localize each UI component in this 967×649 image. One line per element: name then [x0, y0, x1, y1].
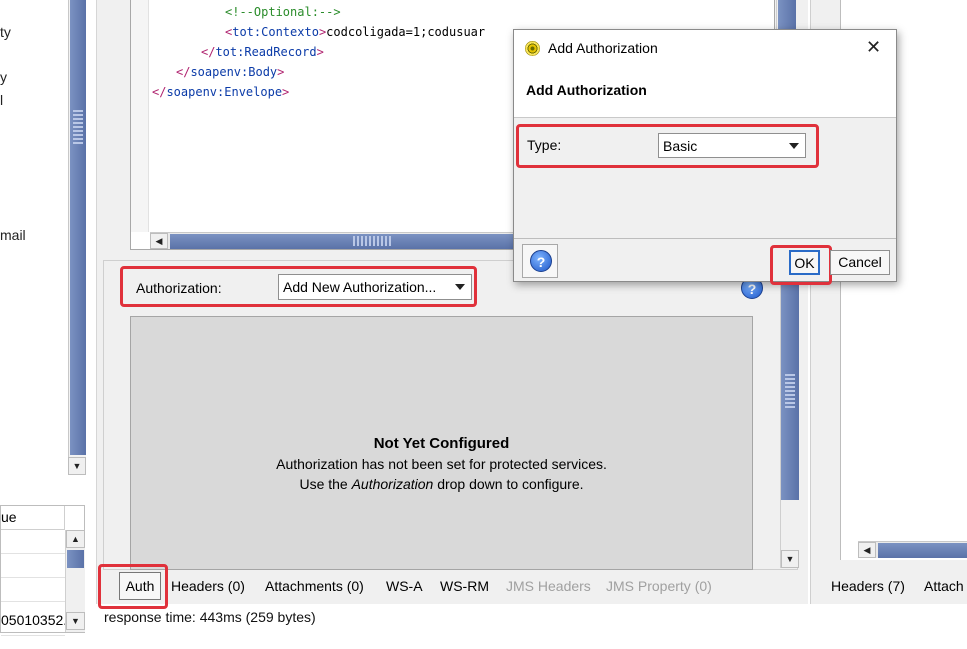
not-configured-title: Not Yet Configured: [373, 435, 510, 452]
dialog-title: Add Authorization: [548, 40, 658, 56]
hint-text: drop down to configure.: [433, 476, 584, 492]
left-fragment-4: mail: [0, 227, 26, 243]
grip-icon: [353, 236, 391, 246]
table-row[interactable]: [1, 578, 65, 602]
code-token: >: [282, 85, 290, 99]
left-fragment-2: y: [0, 69, 7, 85]
editor-gutter: [131, 0, 149, 232]
not-configured-message: Authorization has not been set for prote…: [276, 456, 607, 472]
tab-response-headers[interactable]: Headers (7): [831, 578, 905, 594]
scroll-down-arrow-icon[interactable]: ▼: [68, 457, 86, 475]
auth-vertical-scrollbar[interactable]: ▼: [780, 260, 799, 568]
hint-emphasis: Authorization: [351, 476, 434, 492]
highlight-type: [516, 124, 819, 168]
code-line: </tot:ReadRecord>: [201, 45, 324, 59]
tab-ws-a[interactable]: WS-A: [386, 578, 423, 594]
code-token: >: [316, 45, 324, 59]
grip-icon: [785, 372, 795, 408]
code-token: <!--Optional:-->: [225, 5, 341, 19]
scrollbar-thumb[interactable]: [878, 543, 967, 558]
left-vertical-scrollbar[interactable]: [68, 0, 86, 474]
scroll-left-arrow-icon[interactable]: ◀: [858, 542, 876, 558]
auth-app-icon: [525, 41, 540, 56]
code-line: </soapenv:Envelope>: [152, 85, 289, 99]
scroll-down-arrow-icon[interactable]: ▼: [781, 550, 799, 568]
not-configured-hint: Use the Authorization drop down to confi…: [130, 476, 753, 492]
grip-icon: [73, 108, 83, 144]
highlight-ok: [770, 245, 832, 285]
help-icon: ?: [530, 250, 552, 272]
tab-response-attachments[interactable]: Attach: [924, 578, 964, 594]
close-icon[interactable]: ✕: [866, 38, 881, 56]
tab-attachments[interactable]: Attachments (0): [265, 578, 364, 594]
tab-jms-headers[interactable]: JMS Headers: [506, 578, 591, 594]
code-token: codcoligada=1;codusuar: [326, 25, 486, 39]
scroll-left-arrow-icon[interactable]: ◀: [150, 233, 168, 249]
table-vertical-scrollbar[interactable]: ▲ ▼: [65, 530, 85, 632]
scrollbar-thumb[interactable]: [67, 550, 84, 568]
code-token: soapenv:Envelope: [166, 85, 283, 99]
dialog-heading: Add Authorization: [526, 82, 647, 98]
code-token: >: [277, 65, 285, 79]
table-row[interactable]: [1, 530, 65, 554]
left-fragment-1: ty: [0, 24, 11, 40]
left-fragment-3: l: [0, 92, 4, 108]
scroll-up-arrow-icon[interactable]: ▲: [66, 530, 85, 548]
tab-headers[interactable]: Headers (0): [171, 578, 245, 594]
table-row[interactable]: 05010352...: [1, 612, 75, 636]
table-header-value: ue: [1, 506, 65, 530]
code-token: tot:ReadRecord: [215, 45, 317, 59]
scrollbar-thumb[interactable]: [70, 0, 86, 455]
tab-jms-property[interactable]: JMS Property (0): [606, 578, 712, 594]
left-property-table: ue 05010352... ▲ ▼: [0, 505, 85, 636]
hint-text: Use the: [299, 476, 352, 492]
response-horizontal-scrollbar[interactable]: ◀: [858, 541, 967, 558]
table-row[interactable]: [1, 554, 65, 578]
tab-ws-rm[interactable]: WS-RM: [440, 578, 489, 594]
highlight-auth-tab: [98, 564, 168, 609]
code-line: </soapenv:Body>: [176, 65, 284, 79]
scroll-down-arrow-icon[interactable]: ▼: [66, 612, 85, 630]
code-line: <tot:Contexto>codcoligada=1;codusuar: [225, 25, 485, 39]
code-token: </: [176, 65, 191, 79]
response-status: response time: 443ms (259 bytes): [104, 609, 316, 625]
dialog-help-button[interactable]: ?: [522, 244, 558, 278]
dialog-separator: [514, 238, 896, 239]
code-token: </: [152, 85, 167, 99]
code-token: tot:Contexto: [232, 25, 319, 39]
scrollbar-thumb[interactable]: [778, 0, 796, 32]
cancel-button[interactable]: Cancel: [830, 250, 890, 275]
code-line: <!--Optional:-->: [225, 5, 341, 19]
highlight-authorization: [120, 266, 477, 307]
code-token: soapenv:Body: [190, 65, 278, 79]
code-token: </: [201, 45, 216, 59]
